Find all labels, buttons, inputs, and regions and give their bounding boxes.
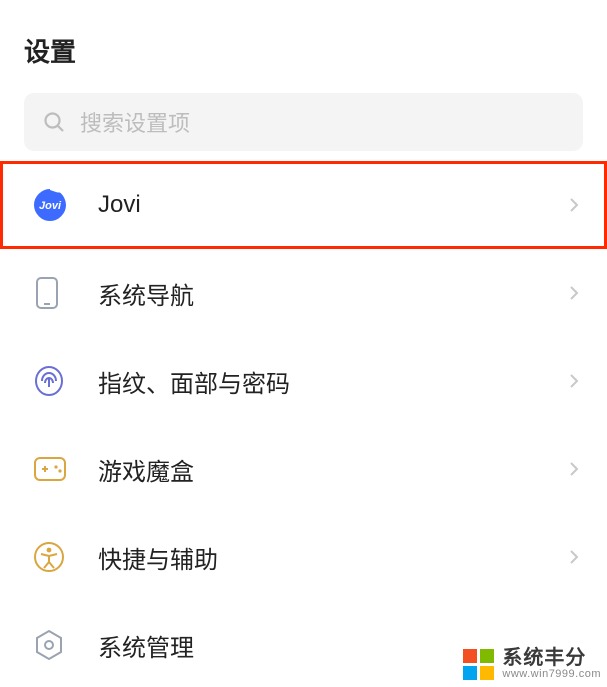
settings-item-label: 游戏魔盒 bbox=[98, 452, 565, 487]
settings-list: Jovi Jovi 系统导航 bbox=[0, 161, 607, 687]
jovi-icon: Jovi bbox=[32, 187, 72, 223]
settings-item-shortcut-accessibility[interactable]: 快捷与辅助 bbox=[0, 513, 607, 601]
settings-item-jovi[interactable]: Jovi Jovi bbox=[0, 161, 607, 249]
chevron-right-icon bbox=[565, 196, 583, 214]
accessibility-icon bbox=[32, 540, 72, 574]
chevron-right-icon bbox=[565, 460, 583, 478]
watermark-main: 系统丰分 bbox=[502, 648, 601, 669]
settings-item-label: 快捷与辅助 bbox=[98, 540, 565, 575]
settings-item-game-box[interactable]: 游戏魔盒 bbox=[0, 425, 607, 513]
system-management-icon bbox=[32, 628, 72, 662]
chevron-right-icon bbox=[565, 284, 583, 302]
chevron-right-icon bbox=[565, 548, 583, 566]
game-box-icon bbox=[32, 455, 72, 483]
chevron-right-icon bbox=[565, 372, 583, 390]
settings-item-label: Jovi bbox=[98, 191, 565, 219]
settings-item-label: 系统导航 bbox=[98, 276, 565, 311]
settings-item-label: 指纹、面部与密码 bbox=[98, 364, 565, 399]
search-input[interactable]: 搜索设置项 bbox=[24, 93, 583, 151]
page-title: 设置 bbox=[0, 0, 607, 93]
svg-text:Jovi: Jovi bbox=[39, 200, 62, 212]
settings-item-fingerprint-face-password[interactable]: 指纹、面部与密码 bbox=[0, 337, 607, 425]
phone-nav-icon bbox=[32, 275, 72, 311]
fingerprint-icon bbox=[32, 364, 72, 398]
watermark: 系统丰分 www.win7999.com bbox=[463, 648, 601, 681]
watermark-sub: www.win7999.com bbox=[502, 669, 601, 681]
search-icon bbox=[42, 110, 66, 134]
settings-item-system-navigation[interactable]: 系统导航 bbox=[0, 249, 607, 337]
watermark-logo-icon bbox=[463, 649, 494, 680]
search-placeholder: 搜索设置项 bbox=[80, 106, 190, 138]
